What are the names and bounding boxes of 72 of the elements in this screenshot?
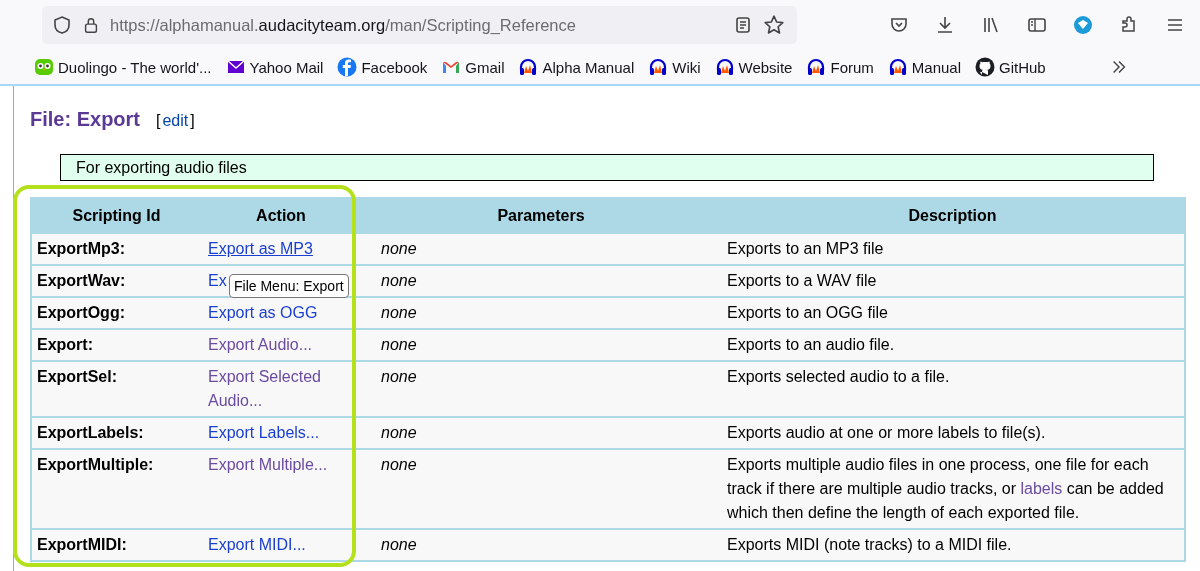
bookmark[interactable]: Alpha Manual — [518, 57, 635, 77]
column-header: Scripting Id — [31, 198, 201, 233]
headphones-icon — [887, 57, 908, 77]
action-link[interactable]: Export Audio... — [208, 333, 313, 357]
sidebar-icon[interactable] — [1027, 15, 1047, 35]
star-icon[interactable] — [763, 14, 785, 36]
pocket-icon[interactable] — [889, 15, 909, 35]
description-text: Exports to a WAV file — [721, 265, 1185, 297]
parameters-cell: none — [361, 449, 721, 529]
scripting-id-cell: ExportOgg: — [31, 297, 201, 329]
bookmark[interactable]: Manual — [887, 57, 961, 77]
parameters-cell: none — [361, 529, 721, 561]
headphones-icon — [714, 57, 735, 77]
scripting-id-cell: ExportWav: — [31, 265, 201, 297]
github-icon — [975, 57, 995, 77]
description-text: Exports selected audio to a file. — [721, 361, 1185, 417]
description-text: Exports multiple audio files in one process, one file for each track if there are multiple audio tracks, or labels can be added which then define the length of each exported file. — [721, 449, 1185, 529]
bookmark[interactable]: Yahoo Mail — [225, 57, 324, 77]
action-link[interactable]: Export Selected Audio... — [208, 365, 356, 413]
bookmark[interactable]: Duolingo - The world'... — [34, 57, 212, 77]
description-text: Exports to an audio file. — [721, 329, 1185, 361]
tooltip: File Menu: Export — [229, 274, 349, 298]
description-text: Exports to an OGG file — [721, 297, 1185, 329]
section-heading: File: Export — [30, 108, 140, 131]
headphones-icon — [806, 57, 827, 77]
action-link[interactable]: Export MIDI... — [208, 533, 306, 557]
shield-icon[interactable] — [52, 15, 72, 35]
edit-link[interactable]: edit — [162, 112, 189, 130]
bracket-text: [ — [156, 112, 161, 130]
description-text: Exports MIDI (note tracks) to a MIDI file. — [721, 529, 1185, 561]
description-text: Exports to an MP3 file — [721, 233, 1185, 265]
note-box: For exporting audio files — [60, 154, 1154, 181]
download-icon[interactable] — [935, 15, 955, 35]
description-text: Exports audio at one or more labels to file(s). — [721, 417, 1185, 449]
parameters-cell: none — [361, 361, 721, 417]
parameters-cell: none — [361, 265, 721, 297]
headphones-icon — [648, 57, 669, 77]
bookmark[interactable]: Gmail — [441, 57, 505, 77]
action-link[interactable]: Export as MP3 — [208, 237, 313, 261]
column-header: Action — [201, 198, 361, 233]
library-icon[interactable] — [981, 15, 1001, 35]
action-link[interactable]: Ex — [208, 269, 227, 293]
column-header: Parameters — [361, 198, 721, 233]
parameters-cell: none — [361, 329, 721, 361]
bookmark[interactable]: GitHub — [975, 57, 1046, 77]
scripting-id-cell: ExportMp3: — [31, 233, 201, 265]
owl-icon — [34, 57, 54, 77]
lock-icon[interactable] — [82, 15, 100, 35]
bookmark[interactable]: Facebook — [337, 57, 428, 77]
bookmark[interactable]: Website — [714, 57, 793, 77]
bookmark[interactable]: Forum — [806, 57, 874, 77]
headphones-icon — [518, 57, 539, 77]
scripting-id-cell: ExportLabels: — [31, 417, 201, 449]
bracket-text: ] — [190, 112, 195, 130]
scripting-id-cell: ExportMultiple: — [31, 449, 201, 529]
action-link[interactable]: Export Labels... — [208, 421, 320, 445]
parameters-cell: none — [361, 417, 721, 449]
scripting-id-cell: Export: — [31, 329, 201, 361]
parameters-cell: none — [361, 233, 721, 265]
url-text: https://alphamanual.audacityteam.org/man/Scripting_Reference — [110, 15, 577, 35]
bookmark[interactable]: Wiki — [648, 57, 701, 77]
facebook-icon — [337, 57, 358, 77]
scripting-id-cell: ExportSel: — [31, 361, 201, 417]
labels-link[interactable]: labels — [1020, 480, 1063, 497]
action-link[interactable]: Export as OGG — [208, 301, 318, 325]
extension-icon[interactable] — [1073, 15, 1093, 35]
reader-view-icon[interactable] — [733, 15, 753, 35]
column-header: Description — [721, 198, 1185, 233]
scripting-id-cell: ExportMIDI: — [31, 529, 201, 561]
action-link[interactable]: Export Multiple... — [208, 453, 328, 477]
address-bar[interactable]: https://alphamanual.audacityteam.org/man/Scripting_Reference — [42, 6, 797, 44]
parameters-cell: none — [361, 297, 721, 329]
